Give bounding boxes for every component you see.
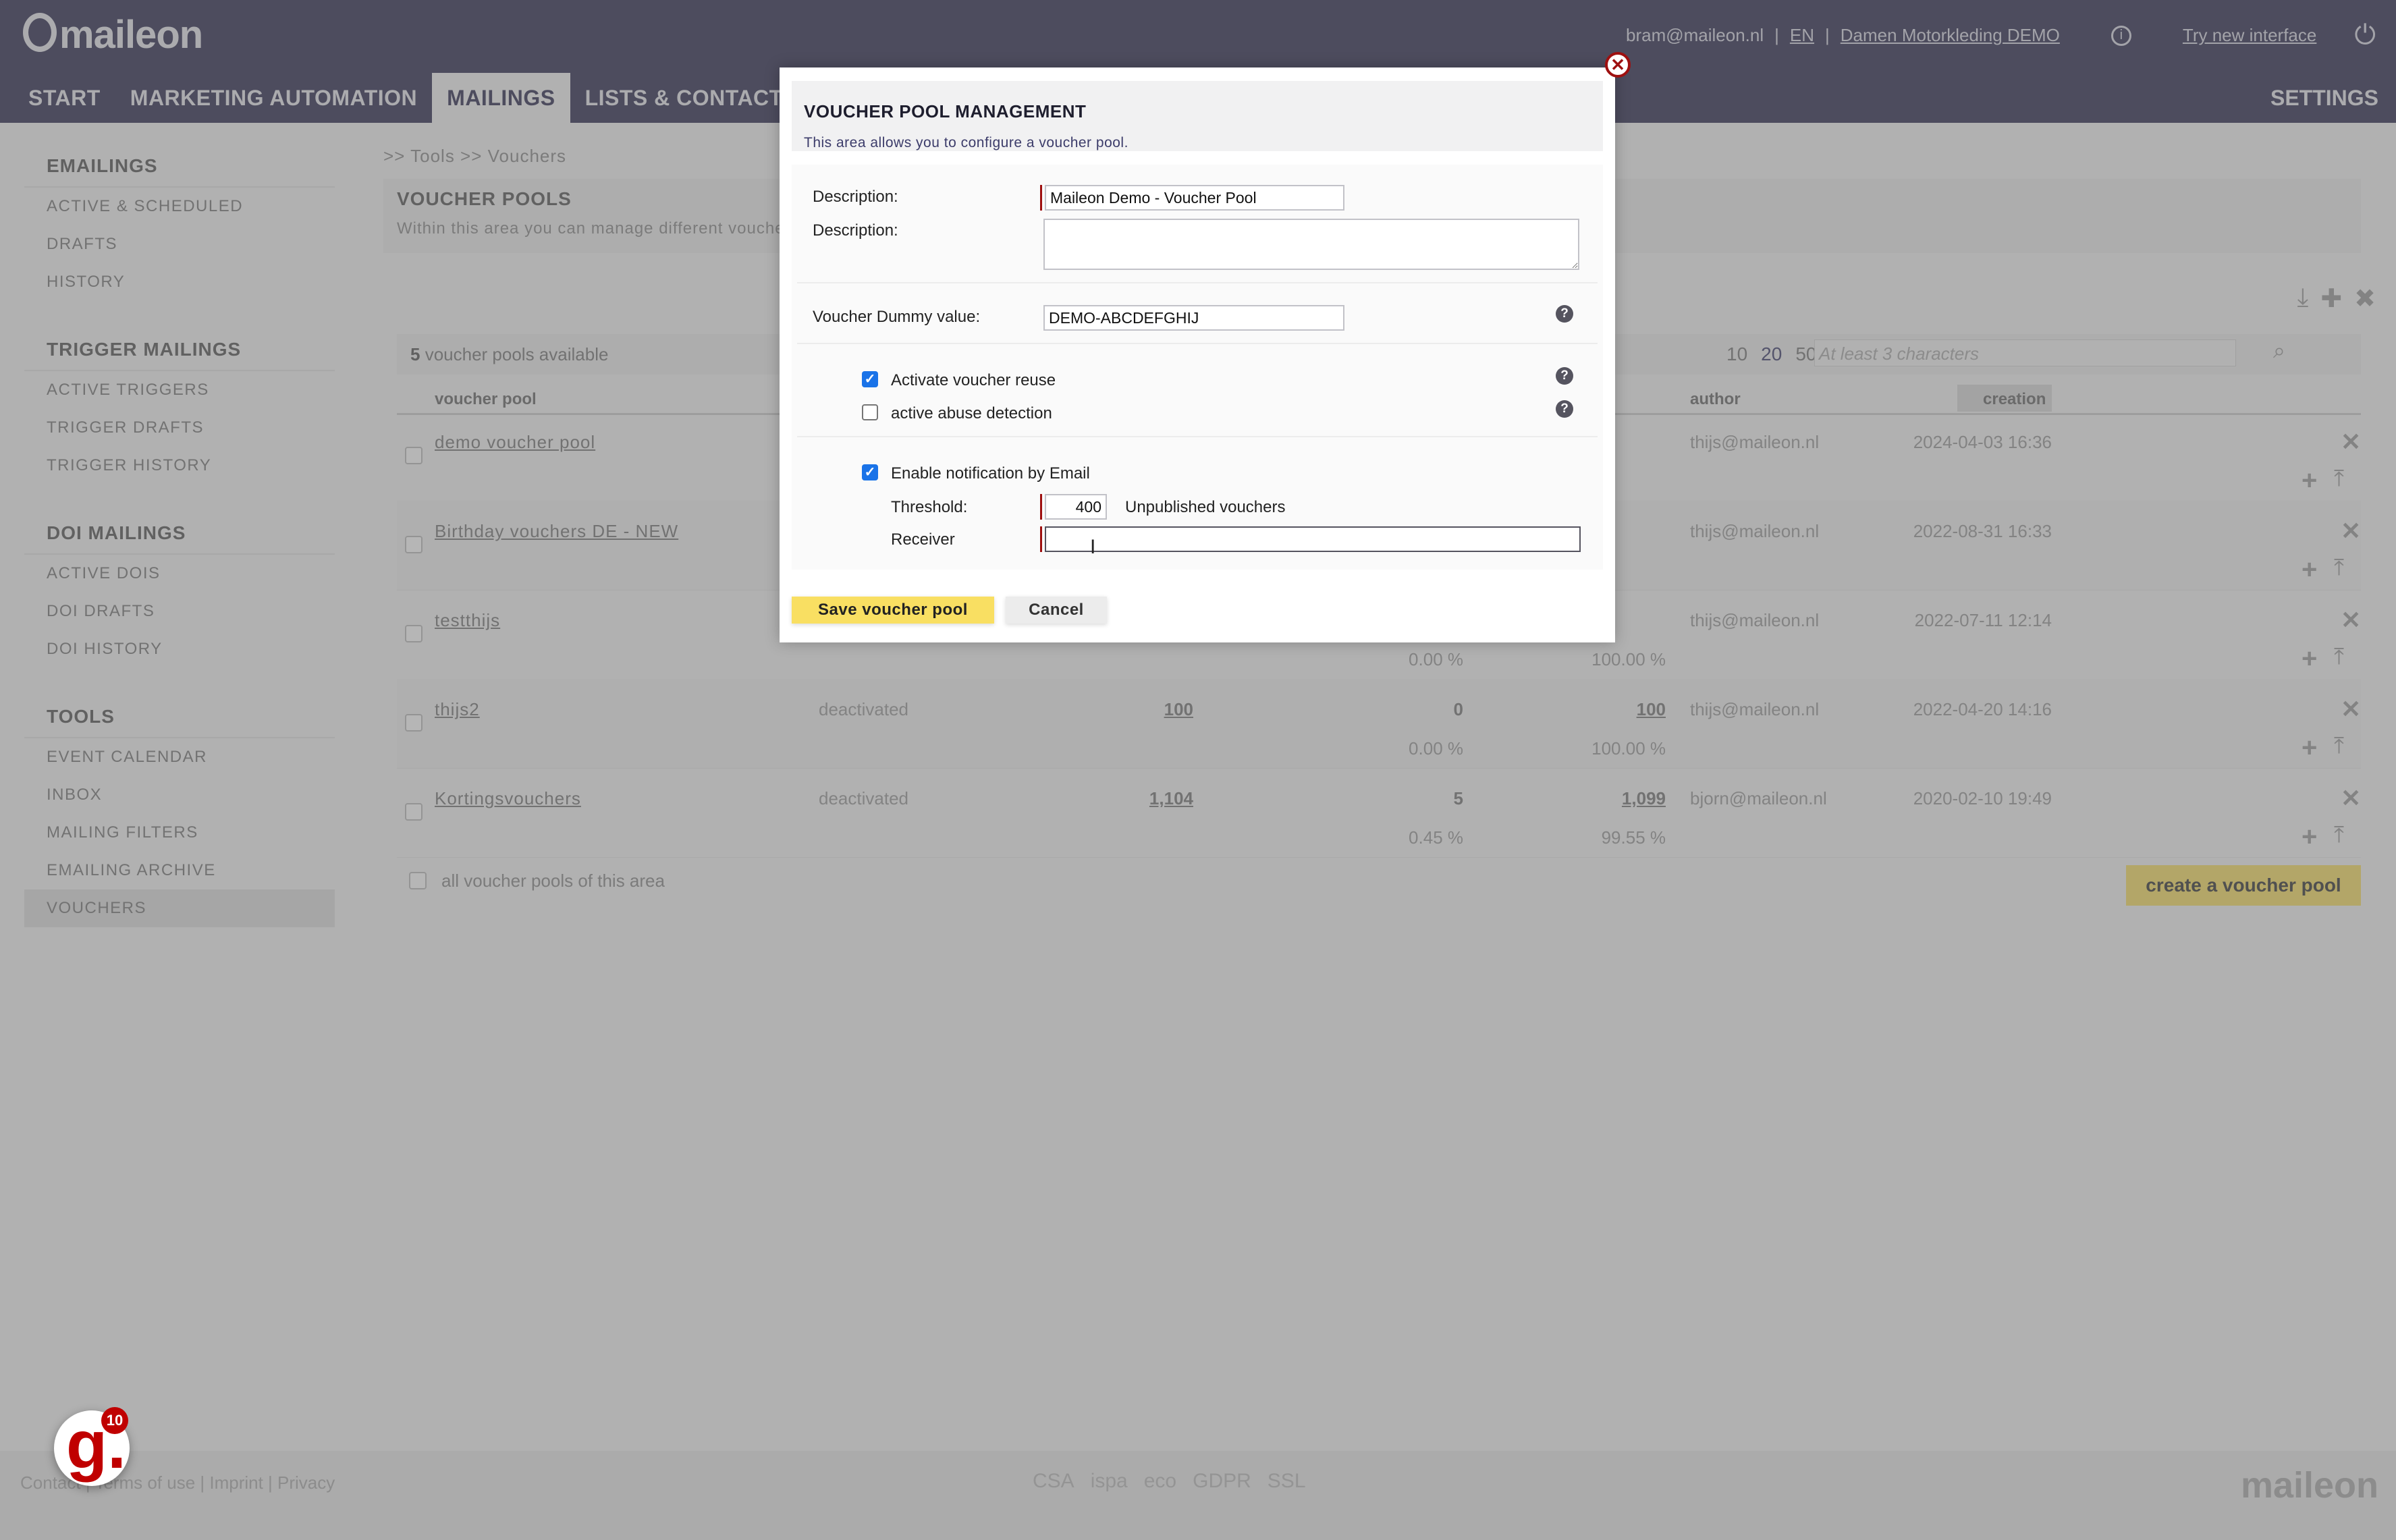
required-marker	[1040, 526, 1042, 552]
page: maileon bram@maileon.nl | EN | Damen Mot…	[0, 0, 2396, 1540]
save-voucher-pool-button[interactable]: Save voucher pool	[792, 597, 994, 624]
required-marker	[1040, 494, 1042, 520]
dummy-value-input[interactable]: DEMO-ABCDEFGHIJ	[1043, 305, 1344, 331]
dialog-header: VOUCHER POOL MANAGEMENT This area allows…	[792, 81, 1603, 151]
divider	[797, 282, 1598, 283]
receiver-label: Receiver	[891, 530, 955, 549]
close-dialog-icon[interactable]: ✕	[1605, 52, 1631, 78]
description-textarea[interactable]	[1043, 219, 1579, 270]
abuse-detection-checkbox[interactable]	[862, 404, 878, 420]
receiver-input[interactable]	[1045, 526, 1581, 552]
dummy-value-label: Voucher Dummy value:	[813, 308, 981, 326]
description-label: Description:	[813, 221, 898, 240]
help-icon[interactable]: ?	[1556, 367, 1573, 385]
pool-name-input[interactable]: Maileon Demo - Voucher Pool	[1045, 185, 1344, 211]
divider	[797, 436, 1598, 437]
threshold-input[interactable]: 400	[1045, 494, 1107, 520]
text-cursor-icon: I	[1090, 536, 1096, 558]
abuse-detection-label[interactable]: active abuse detection	[891, 404, 1052, 423]
notification-badge: 10	[101, 1407, 128, 1434]
dialog-title: VOUCHER POOL MANAGEMENT	[804, 101, 1087, 121]
reuse-checkbox[interactable]: ✓	[862, 371, 878, 387]
threshold-label: Threshold:	[891, 498, 968, 516]
voucher-pool-dialog: VOUCHER POOL MANAGEMENT This area allows…	[780, 67, 1615, 642]
email-notification-label[interactable]: Enable notification by Email	[891, 464, 1090, 483]
reuse-label[interactable]: Activate voucher reuse	[891, 371, 1056, 390]
dialog-subtitle: This area allows you to configure a vouc…	[804, 135, 1128, 150]
divider	[797, 343, 1598, 344]
dialog-form: Description: Maileon Demo - Voucher Pool…	[792, 165, 1603, 570]
required-marker	[1040, 185, 1042, 211]
help-icon[interactable]: ?	[1556, 305, 1573, 323]
threshold-suffix: Unpublished vouchers	[1125, 498, 1286, 516]
cancel-button[interactable]: Cancel	[1006, 597, 1107, 624]
help-icon[interactable]: ?	[1556, 400, 1573, 418]
email-notification-checkbox[interactable]: ✓	[862, 464, 878, 480]
name-label: Description:	[813, 188, 898, 206]
